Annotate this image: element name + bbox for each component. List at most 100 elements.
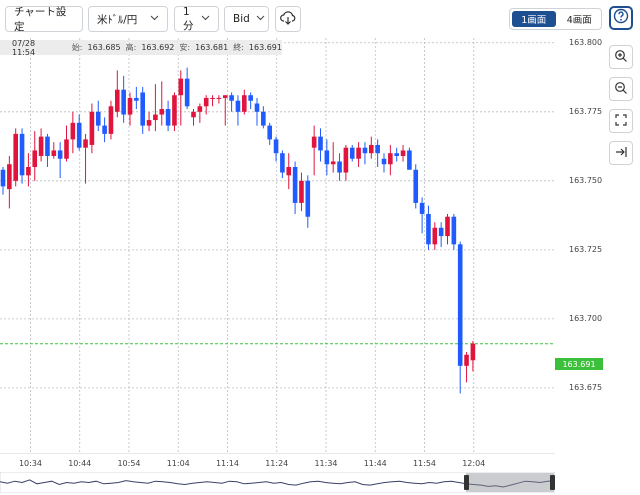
scroll-end-icon — [614, 144, 628, 163]
price-type-select[interactable]: Bid — [224, 6, 269, 32]
time-tick-label: 12:04 — [462, 459, 486, 468]
time-tick-label: 11:24 — [265, 459, 289, 468]
chevron-down-icon — [195, 14, 210, 24]
candle — [305, 175, 311, 228]
price-type-value: Bid — [233, 13, 250, 25]
cloud-download-icon — [280, 10, 296, 28]
zoom-out-button[interactable] — [609, 77, 633, 101]
navigator-window[interactable] — [466, 473, 554, 492]
candle — [318, 128, 323, 162]
price-tick-label: 163.725 — [569, 244, 603, 254]
chart-settings-button[interactable]: チャート設定 — [5, 6, 83, 33]
candle — [369, 136, 374, 159]
ohlc-close: 163.691 — [248, 43, 282, 52]
candle — [356, 142, 361, 168]
layout-4-button[interactable]: 4画面 — [558, 9, 602, 29]
ohlc-high-label: 高: — [125, 43, 137, 52]
candle — [210, 95, 215, 107]
candle — [222, 95, 228, 126]
candle — [102, 117, 107, 143]
chart-settings-label: チャート設定 — [14, 6, 67, 33]
time-tick-label: 11:14 — [215, 459, 240, 468]
chart-toolbar: チャート設定 米ﾄﾞﾙ/円 1分 Bid 1画面 4画面 — [0, 0, 640, 38]
time-tick-label: 11:44 — [363, 459, 387, 468]
candle — [267, 122, 272, 145]
chevron-down-icon — [250, 14, 265, 24]
candle — [457, 241, 463, 394]
candle — [121, 75, 126, 123]
candle — [197, 103, 203, 123]
candle — [413, 164, 419, 209]
candle — [248, 92, 253, 110]
currency-pair-value: 米ﾄﾞﾙ/円 — [97, 13, 138, 26]
candle — [451, 213, 457, 250]
candle — [178, 70, 184, 126]
candle — [432, 222, 438, 250]
candle — [172, 92, 177, 132]
candle — [159, 81, 165, 126]
candle — [280, 150, 285, 179]
candle — [229, 92, 234, 112]
zoom-in-button[interactable] — [609, 45, 633, 69]
candle — [349, 144, 355, 162]
ohlc-close-label: 終: — [233, 43, 244, 52]
chart-navigator[interactable] — [0, 472, 555, 493]
candle — [89, 103, 95, 154]
zoom-out-icon — [614, 80, 628, 99]
current-price-label: 163.691 — [555, 358, 603, 370]
candle — [45, 133, 50, 168]
ohlc-open: 163.685 — [87, 43, 121, 52]
candle — [394, 147, 399, 162]
navigator-left-handle[interactable] — [464, 475, 469, 490]
candle — [191, 109, 196, 126]
ohlc-datetime: 07/28 11:54 — [12, 38, 36, 57]
download-button[interactable] — [275, 6, 301, 32]
candle — [419, 197, 425, 234]
candle — [261, 106, 266, 129]
ohlc-info-bar: 07/28 11:54 始: 163.685 高: 163.692 安: 163… — [0, 38, 282, 57]
zoom-in-icon — [614, 48, 628, 67]
candle — [83, 133, 88, 184]
candle — [70, 111, 76, 154]
candle — [381, 153, 387, 173]
price-tick-label: 163.800 — [569, 37, 603, 47]
help-icon — [613, 8, 629, 28]
candle — [464, 352, 469, 383]
candle — [0, 167, 6, 195]
time-tick-label: 10:54 — [117, 459, 141, 468]
time-tick-label: 11:34 — [314, 459, 338, 468]
candle — [51, 142, 57, 159]
time-tick-label: 10:34 — [18, 459, 43, 468]
candle — [26, 153, 31, 187]
price-tick-label: 163.750 — [569, 175, 603, 185]
candle — [115, 70, 120, 118]
candle — [140, 86, 145, 134]
candle — [134, 86, 139, 110]
currency-pair-select[interactable]: 米ﾄﾞﾙ/円 — [88, 6, 168, 32]
fit-screen-button[interactable] — [609, 109, 633, 133]
candle — [299, 172, 304, 212]
scroll-to-latest-button[interactable] — [609, 141, 633, 165]
ohlc-low: 163.681 — [195, 43, 229, 52]
candle — [470, 340, 476, 372]
layout-1-button[interactable]: 1画面 — [512, 11, 556, 27]
candle — [216, 95, 222, 104]
timeframe-select[interactable]: 1分 — [174, 6, 219, 32]
candle — [13, 128, 18, 187]
candle — [311, 125, 317, 176]
candle — [64, 125, 69, 162]
candle — [337, 153, 342, 181]
price-tick-label: 163.775 — [569, 106, 603, 116]
candle — [330, 142, 336, 173]
help-button[interactable] — [609, 6, 633, 30]
navigator-right-handle[interactable] — [550, 475, 555, 490]
candle — [254, 97, 260, 126]
candle — [38, 128, 44, 162]
candle — [286, 153, 292, 190]
candle — [343, 144, 349, 181]
candle — [146, 111, 152, 132]
candlestick-chart[interactable] — [0, 38, 555, 454]
time-tick-label: 10:44 — [68, 459, 92, 468]
candle — [57, 142, 63, 179]
candle — [108, 100, 114, 140]
